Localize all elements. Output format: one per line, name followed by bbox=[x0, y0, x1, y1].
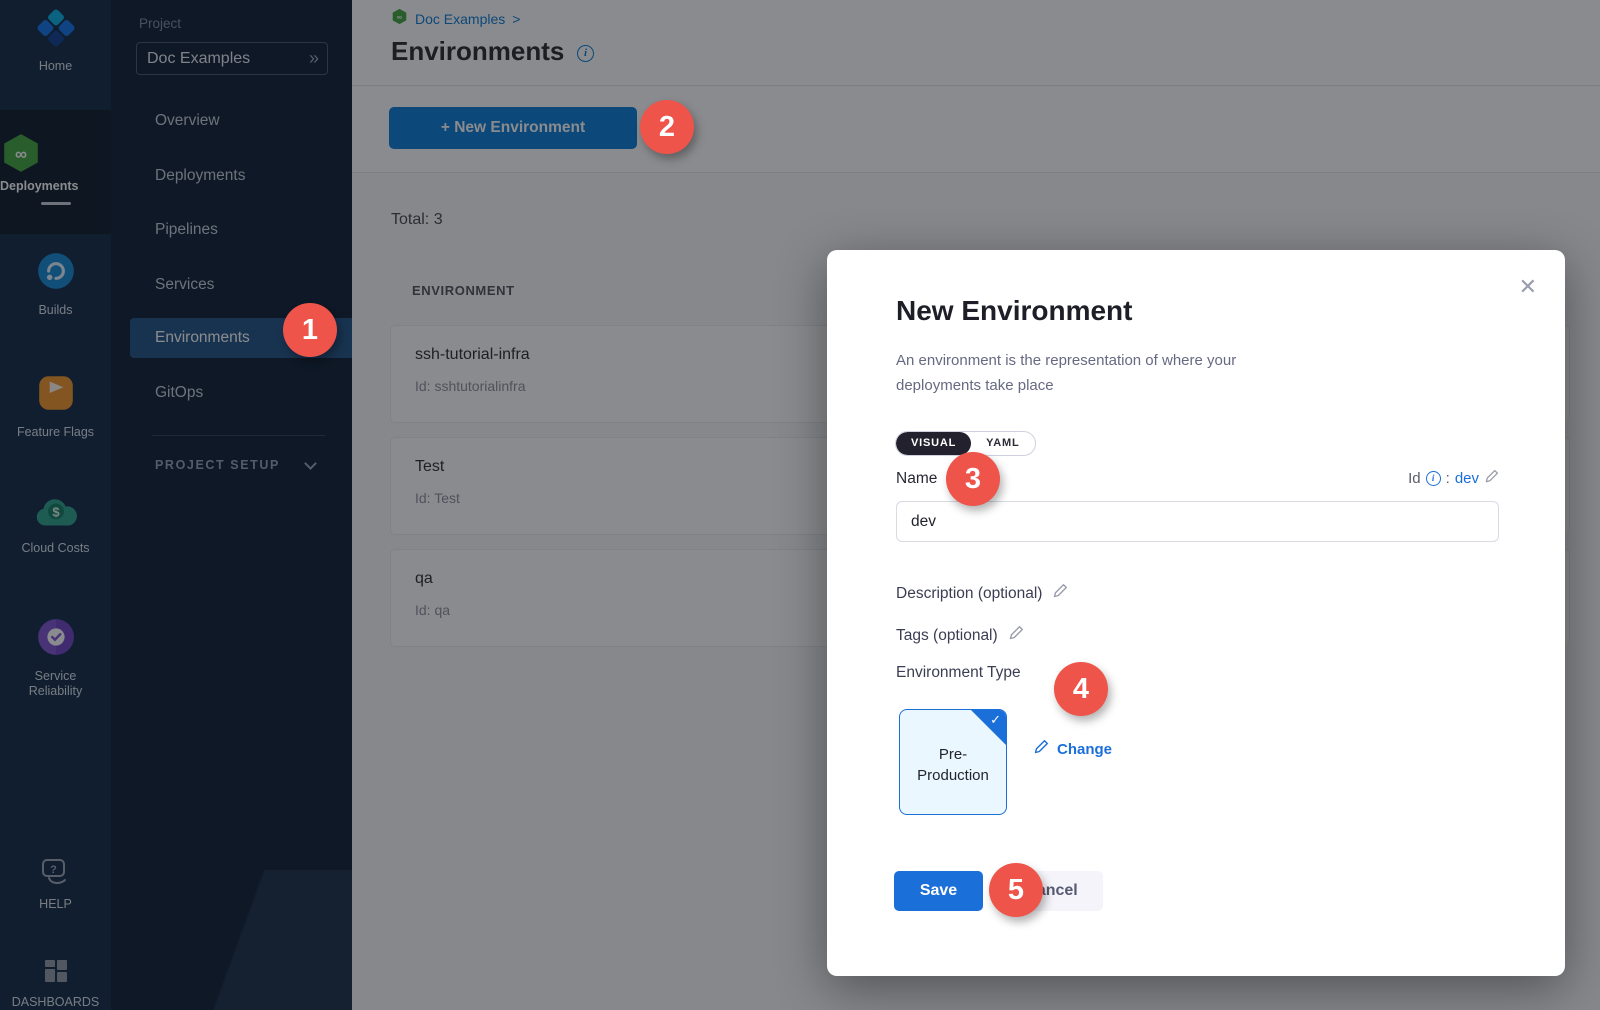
change-label: Change bbox=[1057, 741, 1112, 758]
tags-field: Tags (optional) bbox=[896, 625, 1024, 646]
info-icon[interactable]: i bbox=[1426, 471, 1441, 486]
environment-type-card-pre-production[interactable]: Pre-Production ✓ bbox=[899, 709, 1007, 815]
annotation-badge-3: 3 bbox=[946, 452, 1000, 506]
id-colon: : bbox=[1446, 470, 1450, 487]
edit-pencil-icon bbox=[1033, 739, 1049, 759]
environment-type-label: Environment Type bbox=[896, 664, 1021, 682]
save-button[interactable]: Save bbox=[894, 871, 983, 911]
edit-pencil-icon[interactable] bbox=[1052, 583, 1068, 604]
edit-pencil-icon[interactable] bbox=[1008, 625, 1024, 646]
tab-visual[interactable]: VISUAL bbox=[896, 432, 971, 455]
change-link[interactable]: Change bbox=[1033, 739, 1112, 759]
annotation-badge-2: 2 bbox=[640, 100, 694, 154]
annotation-badge-4: 4 bbox=[1054, 662, 1108, 716]
modal-subtitle: An environment is the representation of … bbox=[896, 348, 1296, 398]
annotation-badge-1: 1 bbox=[283, 303, 337, 357]
new-environment-modal: ✕ New Environment An environment is the … bbox=[827, 250, 1565, 976]
description-field: Description (optional) bbox=[896, 583, 1068, 604]
description-label: Description (optional) bbox=[896, 585, 1042, 603]
check-icon: ✓ bbox=[990, 712, 1001, 728]
name-label: Name bbox=[896, 470, 937, 488]
id-value: dev bbox=[1455, 470, 1479, 487]
annotation-badge-5: 5 bbox=[989, 863, 1043, 917]
edit-pencil-icon[interactable] bbox=[1484, 469, 1499, 488]
tags-label: Tags (optional) bbox=[896, 627, 998, 645]
environment-type-field: Environment Type bbox=[896, 664, 1021, 682]
environment-name-input[interactable] bbox=[896, 501, 1499, 542]
harness-app: Home ∞ Deployments Builds bbox=[0, 0, 1600, 1010]
tab-yaml[interactable]: YAML bbox=[971, 432, 1034, 455]
id-row: Id i : dev bbox=[1408, 469, 1499, 488]
id-label: Id bbox=[1408, 470, 1421, 487]
environment-type-value: Pre-Production bbox=[900, 744, 1006, 786]
close-icon[interactable]: ✕ bbox=[1519, 274, 1537, 300]
modal-title: New Environment bbox=[896, 295, 1132, 327]
